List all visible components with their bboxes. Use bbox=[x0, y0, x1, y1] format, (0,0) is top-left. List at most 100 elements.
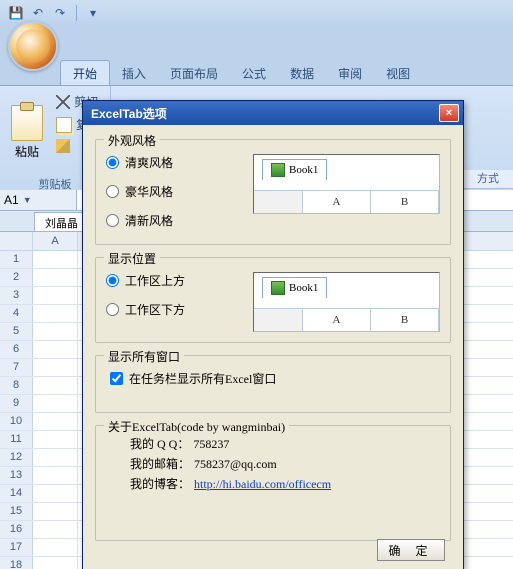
preview-corner bbox=[254, 191, 303, 213]
align-group-label: 方式 bbox=[463, 170, 513, 189]
preview-col-a-2: A bbox=[303, 309, 371, 331]
fieldset-position: 显示位置 工作区上方 工作区下方 Book1 AB bbox=[95, 257, 451, 343]
save-icon[interactable]: 💾 bbox=[8, 5, 24, 21]
row-header[interactable]: 3 bbox=[0, 287, 33, 304]
checkbox-taskbar-input[interactable] bbox=[110, 372, 123, 385]
legend-showall: 显示所有窗口 bbox=[104, 348, 184, 365]
tab-view[interactable]: 视图 bbox=[374, 61, 422, 85]
tab-home[interactable]: 开始 bbox=[60, 60, 110, 85]
close-button[interactable]: × bbox=[439, 104, 459, 122]
brush-icon bbox=[56, 139, 70, 153]
qat-separator bbox=[76, 5, 77, 21]
ok-button[interactable]: 确 定 bbox=[377, 539, 445, 561]
exceltab-options-dialog: ExcelTab选项 × 外观风格 清爽风格 豪华风格 清新风格 Book1 A… bbox=[82, 100, 464, 569]
radio-luxe-input[interactable] bbox=[106, 185, 119, 198]
cell[interactable] bbox=[33, 395, 78, 412]
radio-fresh-label: 清爽风格 bbox=[125, 154, 173, 171]
radio-new-input[interactable] bbox=[106, 214, 119, 227]
radio-top-label: 工作区上方 bbox=[125, 272, 185, 289]
tab-layout[interactable]: 页面布局 bbox=[158, 61, 230, 85]
cell[interactable] bbox=[33, 521, 78, 538]
ribbon-tabs: 开始 插入 页面布局 公式 数据 审阅 视图 bbox=[0, 62, 513, 85]
row-header[interactable]: 5 bbox=[0, 323, 33, 340]
dialog-titlebar[interactable]: ExcelTab选项 × bbox=[83, 101, 463, 125]
cell[interactable] bbox=[33, 359, 78, 376]
checkbox-taskbar-label: 在任务栏显示所有Excel窗口 bbox=[129, 370, 276, 387]
cell[interactable] bbox=[33, 557, 78, 569]
row-header[interactable]: 13 bbox=[0, 467, 33, 484]
preview-tab-label: Book1 bbox=[289, 164, 318, 176]
cell[interactable] bbox=[33, 539, 78, 556]
office-button-row bbox=[0, 26, 513, 62]
checkbox-taskbar[interactable]: 在任务栏显示所有Excel窗口 bbox=[110, 370, 440, 387]
copy-icon bbox=[56, 117, 72, 133]
cell[interactable] bbox=[33, 341, 78, 358]
row-header[interactable]: 18 bbox=[0, 557, 33, 569]
cell[interactable] bbox=[33, 467, 78, 484]
office-button[interactable] bbox=[8, 21, 58, 71]
row-header[interactable]: 6 bbox=[0, 341, 33, 358]
col-header-a[interactable]: A bbox=[33, 232, 78, 250]
about-blog-link[interactable]: http://hi.baidu.com/officecm bbox=[194, 474, 331, 494]
cell[interactable] bbox=[33, 287, 78, 304]
row-header[interactable]: 7 bbox=[0, 359, 33, 376]
cell[interactable] bbox=[33, 377, 78, 394]
cell[interactable] bbox=[33, 269, 78, 286]
legend-position: 显示位置 bbox=[104, 250, 160, 267]
row-header[interactable]: 9 bbox=[0, 395, 33, 412]
tab-data[interactable]: 数据 bbox=[278, 61, 326, 85]
excel-file-icon bbox=[271, 163, 285, 177]
radio-bottom-input[interactable] bbox=[106, 303, 119, 316]
workbook-tab[interactable]: 刘晶晶 bbox=[34, 212, 89, 231]
cell[interactable] bbox=[33, 251, 78, 268]
radio-new-label: 清新风格 bbox=[125, 212, 173, 229]
select-all-corner[interactable] bbox=[0, 232, 33, 250]
position-preview: Book1 AB bbox=[253, 272, 440, 332]
chevron-down-icon[interactable]: ▼ bbox=[23, 195, 32, 205]
row-header[interactable]: 14 bbox=[0, 485, 33, 502]
undo-icon[interactable]: ↶ bbox=[30, 5, 46, 21]
paste-button[interactable]: 粘贴 bbox=[6, 90, 48, 174]
about-qq-label: 我的 Q Q： bbox=[130, 434, 189, 454]
name-box[interactable]: A1 ▼ bbox=[0, 190, 77, 210]
clipboard-icon bbox=[11, 105, 43, 141]
tab-review[interactable]: 审阅 bbox=[326, 61, 374, 85]
row-header[interactable]: 4 bbox=[0, 305, 33, 322]
close-icon: × bbox=[446, 107, 452, 119]
row-header[interactable]: 12 bbox=[0, 449, 33, 466]
row-header[interactable]: 1 bbox=[0, 251, 33, 268]
row-header[interactable]: 16 bbox=[0, 521, 33, 538]
cell[interactable] bbox=[33, 413, 78, 430]
redo-icon[interactable]: ↷ bbox=[52, 5, 68, 21]
cell[interactable] bbox=[33, 503, 78, 520]
row-header[interactable]: 17 bbox=[0, 539, 33, 556]
preview-corner-2 bbox=[254, 309, 303, 331]
radio-fresh-input[interactable] bbox=[106, 156, 119, 169]
cell[interactable] bbox=[33, 323, 78, 340]
style-preview: Book1 AB bbox=[253, 154, 440, 214]
cell[interactable] bbox=[33, 449, 78, 466]
row-header[interactable]: 2 bbox=[0, 269, 33, 286]
fieldset-about: 关于ExcelTab(code by wangminbai) 我的 Q Q：75… bbox=[95, 425, 451, 541]
quick-access-toolbar: 💾 ↶ ↷ ▾ bbox=[0, 0, 513, 26]
about-blog-label: 我的博客： bbox=[130, 474, 190, 494]
cell[interactable] bbox=[33, 305, 78, 322]
name-box-value: A1 bbox=[4, 193, 19, 207]
fieldset-style: 外观风格 清爽风格 豪华风格 清新风格 Book1 AB bbox=[95, 139, 451, 245]
radio-new[interactable]: 清新风格 bbox=[106, 212, 440, 229]
about-mail-label: 我的邮箱： bbox=[130, 454, 190, 474]
qat-customize-icon[interactable]: ▾ bbox=[85, 5, 101, 21]
legend-about: 关于ExcelTab(code by wangminbai) bbox=[104, 418, 289, 435]
tab-insert[interactable]: 插入 bbox=[110, 61, 158, 85]
preview-tab-2-label: Book1 bbox=[289, 282, 318, 294]
cell[interactable] bbox=[33, 431, 78, 448]
row-header[interactable]: 8 bbox=[0, 377, 33, 394]
legend-style: 外观风格 bbox=[104, 132, 160, 149]
row-header[interactable]: 10 bbox=[0, 413, 33, 430]
radio-top-input[interactable] bbox=[106, 274, 119, 287]
cell[interactable] bbox=[33, 485, 78, 502]
row-header[interactable]: 11 bbox=[0, 431, 33, 448]
radio-bottom-label: 工作区下方 bbox=[125, 301, 185, 318]
tab-formula[interactable]: 公式 bbox=[230, 61, 278, 85]
row-header[interactable]: 15 bbox=[0, 503, 33, 520]
